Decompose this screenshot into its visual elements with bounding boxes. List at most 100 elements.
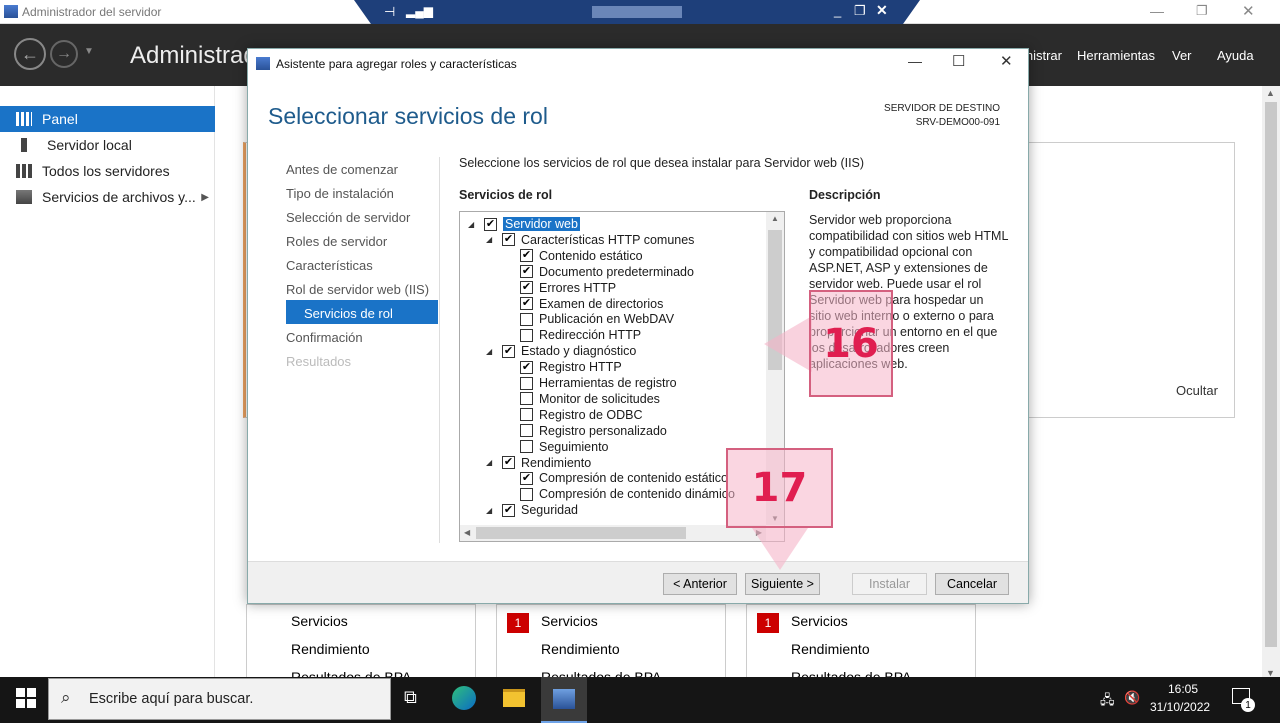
role-service-label[interactable]: Seguimiento	[539, 440, 609, 454]
cancel-button[interactable]: Cancelar	[935, 573, 1009, 595]
tree-horizontal-scrollbar[interactable]: ◀ ▶	[460, 525, 766, 541]
role-service-checkbox[interactable]: ✔	[502, 456, 515, 469]
tile-services[interactable]: Servicios	[541, 613, 598, 629]
expand-collapse-icon[interactable]: ◢	[486, 506, 498, 515]
clock-time[interactable]: 16:05	[1168, 682, 1198, 696]
role-service-label[interactable]: Rendimiento	[521, 456, 591, 470]
tile-performance[interactable]: Rendimiento	[791, 641, 870, 657]
role-service-checkbox[interactable]: ✔	[484, 217, 497, 231]
role-service-checkbox[interactable]: ✔	[520, 249, 533, 263]
role-service-label[interactable]: Estado y diagnóstico	[521, 344, 636, 358]
sidebar-item-file-services[interactable]: Servicios de archivos y... ▶	[0, 184, 215, 210]
menu-ayuda[interactable]: Ayuda	[1217, 48, 1254, 63]
network-icon[interactable]: 🖧	[1100, 691, 1115, 713]
file-explorer-icon[interactable]	[503, 689, 525, 707]
menu-herramientas[interactable]: Herramientas	[1077, 48, 1155, 63]
tile-services[interactable]: Servicios	[791, 613, 848, 629]
role-service-checkbox[interactable]: ✔	[502, 503, 515, 517]
role-service-label[interactable]: Características HTTP comunes	[521, 233, 694, 247]
role-service-checkbox[interactable]	[520, 408, 533, 422]
role-service-label[interactable]: Examen de directorios	[539, 297, 663, 311]
role-service-checkbox[interactable]	[520, 424, 533, 438]
scroll-thumb[interactable]	[1265, 102, 1277, 647]
tree-row[interactable]: ✔ Examen de directorios	[520, 296, 663, 312]
scrollbar[interactable]: ▲ ▼	[1262, 86, 1280, 680]
menu-ver[interactable]: Ver	[1172, 48, 1192, 63]
tile-performance[interactable]: Rendimiento	[541, 641, 620, 657]
scroll-left-arrow[interactable]: ◀	[464, 528, 470, 537]
tree-row[interactable]: ✔ Errores HTTP	[520, 280, 616, 296]
tree-row[interactable]: Registro personalizado	[520, 423, 667, 439]
tree-row[interactable]: ✔ Compresión de contenido estático	[520, 470, 728, 486]
taskbar-search[interactable]: ⌕ Escribe aquí para buscar.	[48, 678, 391, 720]
role-service-label[interactable]: Errores HTTP	[539, 281, 616, 295]
rdp-close-button[interactable]: ✕	[876, 2, 888, 19]
tree-row[interactable]: Registro de ODBC	[520, 407, 643, 423]
expand-collapse-icon[interactable]: ◢	[468, 220, 480, 229]
outer-minimize-button[interactable]: —	[1150, 3, 1164, 19]
nav-installation-type[interactable]: Tipo de instalación	[286, 186, 394, 201]
server-manager-taskbar-icon[interactable]	[541, 677, 587, 723]
role-service-label[interactable]: Redirección HTTP	[539, 328, 641, 342]
role-service-checkbox[interactable]: ✔	[520, 360, 533, 374]
task-view-icon[interactable]: ⧉	[404, 687, 417, 708]
nav-features[interactable]: Características	[286, 258, 373, 273]
start-button[interactable]	[16, 688, 36, 708]
tree-row[interactable]: Herramientas de registro	[520, 375, 677, 391]
back-button[interactable]: ←	[14, 38, 46, 70]
tile-services[interactable]: Servicios	[291, 613, 348, 629]
tree-row[interactable]: Seguimiento	[520, 439, 609, 455]
tree-row[interactable]: ◢ ✔ Estado y diagnóstico	[486, 343, 636, 359]
scroll-up-arrow[interactable]: ▲	[771, 214, 779, 223]
role-service-checkbox[interactable]: ✔	[520, 297, 533, 310]
scroll-up-arrow[interactable]: ▲	[1266, 88, 1275, 98]
nav-server-roles[interactable]: Roles de servidor	[286, 234, 387, 249]
back-button[interactable]: < Anterior	[663, 573, 737, 595]
outer-maximize-button[interactable]: ❐	[1196, 3, 1208, 19]
role-service-checkbox[interactable]: ✔	[520, 281, 533, 295]
tree-row[interactable]: ◢ ✔ Rendimiento	[486, 455, 591, 471]
role-service-label[interactable]: Registro HTTP	[539, 360, 622, 374]
tree-row[interactable]: Monitor de solicitudes	[520, 391, 660, 407]
role-service-label[interactable]: Monitor de solicitudes	[539, 392, 660, 406]
expand-collapse-icon[interactable]: ◢	[486, 458, 498, 467]
tree-row[interactable]: ✔ Documento predeterminado	[520, 264, 694, 280]
nav-role-services[interactable]: Servicios de rol	[304, 306, 393, 321]
role-service-checkbox[interactable]	[520, 328, 533, 342]
tree-row[interactable]: ◢ ✔ Seguridad	[486, 502, 578, 518]
role-service-label[interactable]: Registro personalizado	[539, 424, 667, 438]
sidebar-item-all-servers[interactable]: Todos los servidores	[0, 158, 215, 184]
role-service-checkbox[interactable]	[520, 312, 533, 326]
tree-row[interactable]: Compresión de contenido dinámico	[520, 486, 735, 502]
rdp-minimize-button[interactable]: _	[834, 3, 841, 18]
edge-icon[interactable]	[452, 686, 476, 710]
chevron-right-icon[interactable]: ▶	[201, 192, 209, 203]
expand-collapse-icon[interactable]: ◢	[486, 235, 498, 244]
rdp-restore-button[interactable]: ❐	[854, 3, 866, 19]
tree-row[interactable]: ✔ Contenido estático	[520, 248, 643, 264]
tree-row[interactable]: ◢ ✔ Servidor web	[468, 216, 580, 232]
role-service-checkbox[interactable]	[520, 376, 533, 390]
role-service-label[interactable]: Documento predeterminado	[539, 265, 694, 279]
nav-server-selection[interactable]: Selección de servidor	[286, 210, 410, 225]
dialog-maximize-button[interactable]: ☐	[952, 52, 965, 70]
role-service-label[interactable]: Registro de ODBC	[539, 408, 643, 422]
role-service-label[interactable]: Compresión de contenido estático	[539, 471, 728, 485]
role-service-label[interactable]: Servidor web	[503, 217, 580, 231]
tree-row[interactable]: Redirección HTTP	[520, 327, 641, 343]
tree-row[interactable]: Publicación en WebDAV	[520, 311, 674, 327]
role-service-label[interactable]: Seguridad	[521, 503, 578, 517]
dialog-minimize-button[interactable]: —	[908, 53, 922, 69]
nav-confirmation[interactable]: Confirmación	[286, 330, 363, 345]
next-button[interactable]: Siguiente >	[745, 573, 820, 595]
sidebar-item-panel[interactable]: Panel	[0, 106, 215, 132]
tree-row[interactable]: ◢ ✔ Características HTTP comunes	[486, 232, 694, 248]
clock-date[interactable]: 31/10/2022	[1150, 700, 1210, 714]
role-service-checkbox[interactable]: ✔	[520, 265, 533, 279]
hide-link[interactable]: Ocultar	[1176, 383, 1218, 398]
nav-web-server-role[interactable]: Rol de servidor web (IIS)	[286, 282, 429, 297]
sidebar-item-local-server[interactable]: Servidor local	[0, 132, 215, 158]
tree-row[interactable]: ✔ Registro HTTP	[520, 359, 622, 375]
expand-collapse-icon[interactable]: ◢	[486, 347, 498, 356]
role-service-label[interactable]: Contenido estático	[539, 249, 643, 263]
